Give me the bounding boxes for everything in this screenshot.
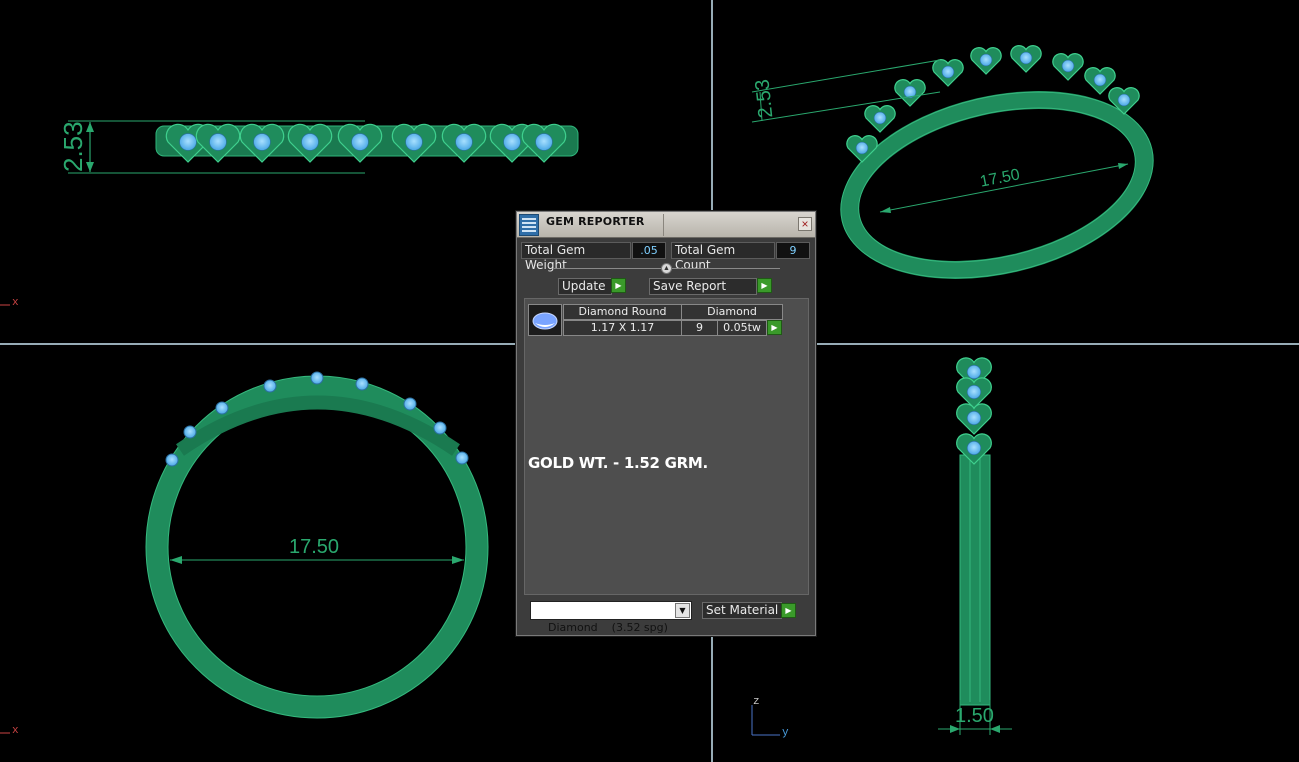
gem-stone <box>215 401 229 415</box>
axis-label-x-bottom: x <box>12 725 19 737</box>
dimension-front-height: 2.53 <box>58 121 88 172</box>
gem-stone <box>263 379 277 393</box>
gem-reporter-logo-icon <box>519 214 539 236</box>
gem-stone <box>873 111 887 125</box>
gem-stone <box>301 133 319 151</box>
update-button-label: Update <box>562 279 606 293</box>
gem-stone <box>310 371 324 385</box>
gem-stone <box>403 397 417 411</box>
set-material-button[interactable]: Set Material <box>702 602 782 619</box>
gem-reporter-panel: GEM REPORTER × Total Gem Weight .05 Tota… <box>516 211 816 636</box>
gem-stone <box>979 53 993 67</box>
set-material-button-label: Set Material <box>706 603 779 617</box>
material-select-value: Diamond (3.52 spg) <box>548 621 668 634</box>
gem-stone <box>941 65 955 79</box>
gem-stone <box>966 440 982 456</box>
total-gem-count-value: 9 <box>776 242 810 259</box>
collapse-up-icon[interactable]: ▲ <box>661 263 672 274</box>
gem-stone <box>1019 51 1033 65</box>
material-select[interactable]: Diamond (3.52 spg) ▼ <box>530 601 692 634</box>
axis-label-x-top: x <box>12 297 19 309</box>
panel-title: GEM REPORTER <box>546 215 645 228</box>
gem-stone <box>253 133 271 151</box>
gem-stone <box>165 453 179 467</box>
gem-stone <box>966 364 982 380</box>
gem-stone <box>433 421 447 435</box>
gem-stone <box>209 133 227 151</box>
titlebar-separator <box>663 214 664 236</box>
gem-stone <box>405 133 423 151</box>
gem-stone <box>503 133 521 151</box>
panel-titlebar[interactable]: GEM REPORTER × <box>517 212 815 238</box>
gem-thumbnail[interactable] <box>528 304 562 336</box>
axis-tripod <box>751 705 780 736</box>
close-icon[interactable]: × <box>798 217 812 231</box>
gem-stone <box>455 133 473 151</box>
chevron-down-icon[interactable]: ▼ <box>675 603 690 618</box>
gem-stone <box>355 377 369 391</box>
dimension-perspective-height: 2.53 <box>751 78 778 120</box>
ring-edge-view <box>938 357 1012 735</box>
gem-list[interactable]: Diamond Round Diamond 1.17 X 1.17 9 0.05… <box>524 298 809 595</box>
total-gem-count-label: Total Gem Count <box>671 242 775 272</box>
gem-row-arrow-icon[interactable]: ▶ <box>767 320 782 335</box>
gem-stone <box>1093 73 1107 87</box>
gold-weight-note: GOLD WT. - 1.52 GRM. <box>528 454 708 472</box>
axis-label-z: z <box>753 696 760 708</box>
gem-material-cell: Diamond <box>681 304 783 320</box>
gem-stone <box>179 133 197 151</box>
gem-stone <box>966 384 982 400</box>
gem-stone <box>1061 59 1075 73</box>
dimension-side-diameter: 17.50 <box>289 536 340 558</box>
gem-count-cell: 9 <box>681 320 718 336</box>
save-report-button-label: Save Report <box>653 279 727 293</box>
gem-stone <box>351 133 369 151</box>
gem-stone <box>455 451 469 465</box>
total-gem-weight-label: Total Gem Weight <box>521 242 631 272</box>
update-arrow-icon[interactable]: ▶ <box>611 278 626 293</box>
update-button[interactable]: Update <box>558 278 612 295</box>
round-diamond-icon <box>532 312 558 330</box>
gem-stone <box>966 410 982 426</box>
set-material-arrow-icon[interactable]: ▶ <box>781 603 796 618</box>
total-gem-weight-value: .05 <box>632 242 666 259</box>
save-report-button[interactable]: Save Report <box>649 278 757 295</box>
gem-size-cell: 1.17 X 1.17 <box>563 320 682 336</box>
gem-stone <box>1117 93 1131 107</box>
gem-shape-cell: Diamond Round <box>563 304 682 320</box>
gem-stone <box>855 141 869 155</box>
gem-stone <box>183 425 197 439</box>
ring-front-view <box>68 120 579 174</box>
dimension-edge-width: 1.50 <box>955 705 994 727</box>
save-report-arrow-icon[interactable]: ▶ <box>757 278 772 293</box>
gem-weight-cell: 0.05tw <box>717 320 767 336</box>
gem-stone <box>535 133 553 151</box>
axis-label-y: y <box>782 727 789 739</box>
